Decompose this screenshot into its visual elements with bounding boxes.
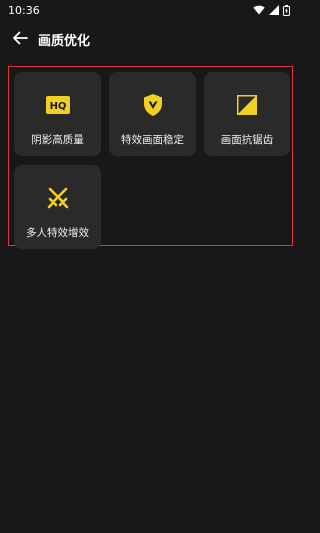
- feature-tile-shadow-hq[interactable]: HQ 阴影高质量: [14, 72, 101, 156]
- app-bar: 画质优化: [0, 24, 300, 54]
- feature-tile-antialiasing[interactable]: 画面抗锯齿: [204, 72, 290, 156]
- svg-text:HQ: HQ: [49, 101, 66, 112]
- page-title: 画质优化: [38, 33, 91, 49]
- feature-tile-effects-stable[interactable]: 特效画面稳定: [109, 72, 196, 156]
- status-bar: 10:36: [0, 0, 300, 20]
- status-time: 10:36: [8, 3, 40, 17]
- shield-v-icon: [140, 92, 166, 118]
- signal-icon: [269, 5, 279, 15]
- arrow-left-icon: [12, 30, 28, 49]
- feature-label: 多人特效增效: [26, 227, 89, 239]
- feature-label: 画面抗锯齿: [220, 134, 274, 146]
- feature-tile-multiplayer-effects[interactable]: 多人特效增效: [14, 165, 101, 249]
- wifi-icon: [253, 5, 265, 15]
- status-icons: [253, 4, 290, 16]
- crossed-swords-icon: [45, 185, 71, 211]
- feature-label: 特效画面稳定: [121, 134, 184, 146]
- feature-label: 阴影高质量: [31, 134, 84, 146]
- hq-icon: HQ: [45, 92, 71, 118]
- battery-icon: [283, 4, 290, 16]
- back-button[interactable]: [8, 27, 32, 51]
- antialias-corner-icon: [234, 92, 260, 118]
